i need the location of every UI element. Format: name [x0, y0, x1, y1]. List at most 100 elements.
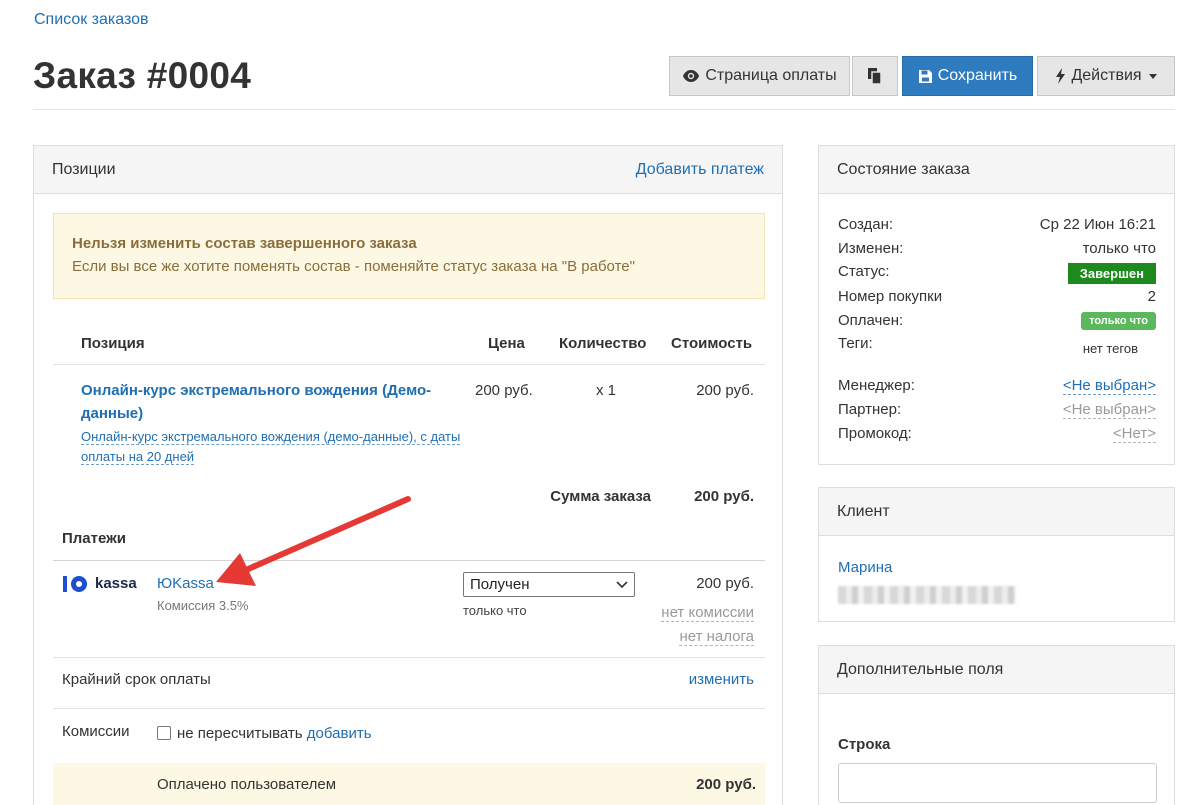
- string-field-input[interactable]: [838, 763, 1157, 803]
- deadline-label: Крайний срок оплаты: [62, 671, 211, 688]
- tags-label: Теги:: [838, 335, 873, 352]
- manager-row: Менеджер: <Не выбран>: [838, 377, 1156, 395]
- partner-label: Партнер:: [838, 401, 902, 418]
- deadline-divider: [53, 657, 765, 658]
- paid-badge: только что: [1081, 312, 1156, 330]
- no-recalc-label: не пересчитывать: [177, 725, 303, 742]
- column-header-price: Цена: [488, 335, 525, 352]
- promo-row: Промокод: <Нет>: [838, 425, 1156, 443]
- promo-label: Промокод:: [838, 425, 912, 442]
- modified-label: Изменен:: [838, 240, 904, 257]
- caret-down-icon: [1148, 73, 1157, 79]
- actions-label: Действия: [1071, 67, 1142, 84]
- breadcrumb-orders-list[interactable]: Список заказов: [34, 11, 149, 29]
- payment-status-value: Получен: [470, 576, 530, 593]
- modified-row: Изменен: только что: [838, 240, 1156, 257]
- column-header-cost: Стоимость: [671, 335, 753, 352]
- add-commission-link[interactable]: добавить: [307, 725, 372, 742]
- item-cost: 200 руб.: [696, 382, 754, 399]
- copy-button[interactable]: [852, 56, 898, 96]
- item-title-link[interactable]: Онлайн-курс экстремального вождения (Дем…: [81, 379, 461, 425]
- item-subtitle-text: Онлайн-курс экстремального вождения (дем…: [81, 429, 461, 465]
- commissions-label: Комиссии: [62, 723, 130, 740]
- manager-label: Менеджер:: [838, 377, 915, 394]
- yookassa-logo-icon: [63, 575, 87, 592]
- yookassa-logo: kassa: [63, 575, 137, 592]
- purchase-number-row: Номер покупки 2: [838, 288, 1156, 305]
- warning-title: Нельзя изменить состав завершенного зака…: [72, 235, 417, 252]
- partner-select-link[interactable]: <Не выбран>: [1062, 401, 1156, 419]
- modified-value: только что: [1082, 240, 1156, 257]
- manager-select-link[interactable]: <Не выбран>: [1062, 377, 1156, 395]
- column-header-qty: Количество: [559, 335, 647, 352]
- order-total-label: Сумма заказа: [550, 488, 651, 505]
- client-panel: Клиент Марина: [818, 487, 1175, 622]
- created-row: Создан: Ср 22 Июн 16:21: [838, 216, 1156, 233]
- created-label: Создан:: [838, 216, 894, 233]
- paid-by-user-value: 200 руб.: [696, 776, 756, 793]
- eye-icon: [683, 70, 700, 82]
- status-label: Статус:: [838, 263, 890, 280]
- client-title: Клиент: [837, 502, 890, 520]
- payments-divider: [53, 560, 765, 561]
- payment-commission: Комиссия 3.5%: [157, 598, 249, 613]
- item-qty: x 1: [596, 382, 617, 399]
- client-contact-redacted: [838, 586, 1016, 604]
- paid-label: Оплачен:: [838, 312, 904, 329]
- promo-select-link[interactable]: <Нет>: [1112, 425, 1156, 443]
- created-value: Ср 22 Июн 16:21: [1039, 216, 1156, 233]
- purchase-number-label: Номер покупки: [838, 288, 943, 305]
- payment-page-label: Страница оплаты: [705, 67, 837, 84]
- string-field-label: Строка: [838, 736, 891, 753]
- payments-header: Платежи: [62, 530, 126, 547]
- item-subtitle-link[interactable]: Онлайн-курс экстремального вождения (дем…: [81, 427, 461, 467]
- client-name-link[interactable]: Марина: [838, 559, 892, 576]
- page-title: Заказ #0004: [33, 55, 252, 96]
- no-recalc-checkbox[interactable]: [157, 726, 171, 740]
- column-header-item: Позиция: [81, 335, 145, 352]
- warning-text: Если вы все же хотите поменять состав - …: [72, 258, 635, 275]
- order-state-title: Состояние заказа: [837, 160, 970, 178]
- extra-fields-panel: Дополнительные поля Строка: [818, 645, 1175, 805]
- save-label: Сохранить: [937, 67, 1018, 84]
- paid-by-user-row: Оплачено пользователем 200 руб.: [53, 763, 765, 805]
- floppy-disk-icon: [918, 69, 932, 83]
- commissions-divider: [53, 708, 765, 709]
- no-tax-link[interactable]: нет налога: [679, 628, 754, 646]
- extra-fields-title: Дополнительные поля: [837, 660, 1004, 678]
- partner-row: Партнер: <Не выбран>: [838, 401, 1156, 419]
- copy-icon: [868, 68, 882, 85]
- table-header-divider: [53, 364, 765, 365]
- order-state-panel: Состояние заказа Создан: Ср 22 Июн 16:21 …: [818, 145, 1175, 465]
- tags-value: нет тегов: [1082, 341, 1138, 356]
- chevron-down-icon: [616, 580, 628, 588]
- warning-alert: Нельзя изменить состав завершенного зака…: [53, 213, 765, 299]
- payment-page-button[interactable]: Страница оплаты: [669, 56, 850, 96]
- commissions-controls: не пересчитывать добавить: [157, 725, 372, 742]
- item-price: 200 руб.: [475, 382, 533, 399]
- positions-panel: Позиции Добавить платеж Нельзя изменить …: [33, 145, 783, 805]
- add-payment-link[interactable]: Добавить платеж: [636, 161, 764, 179]
- positions-header-title: Позиции: [52, 160, 116, 178]
- no-commission-link[interactable]: нет комиссии: [661, 604, 754, 622]
- save-button[interactable]: Сохранить: [902, 56, 1033, 96]
- status-badge: Завершен: [1067, 263, 1156, 284]
- payment-status-time: только что: [463, 603, 527, 618]
- order-total-value: 200 руб.: [694, 488, 754, 505]
- purchase-number-value: 2: [1147, 288, 1156, 305]
- status-row: Статус: Завершен: [838, 263, 1156, 284]
- payment-provider-link[interactable]: ЮKassa: [157, 575, 214, 592]
- paid-row: Оплачен: только что: [838, 312, 1156, 330]
- tags-row: Теги: нет тегов: [838, 335, 1156, 356]
- payment-status-select[interactable]: Получен: [463, 572, 635, 597]
- paid-by-user-label: Оплачено пользователем: [157, 776, 337, 793]
- client-header: Клиент: [819, 488, 1174, 536]
- lightning-icon: [1056, 68, 1066, 84]
- header-divider: [33, 109, 1175, 110]
- actions-dropdown-button[interactable]: Действия: [1037, 56, 1175, 96]
- deadline-edit-link[interactable]: изменить: [689, 671, 754, 688]
- positions-panel-header: Позиции Добавить платеж: [34, 146, 782, 194]
- extra-fields-header: Дополнительные поля: [819, 646, 1174, 694]
- payment-amount: 200 руб.: [696, 575, 754, 592]
- order-state-header: Состояние заказа: [819, 146, 1174, 194]
